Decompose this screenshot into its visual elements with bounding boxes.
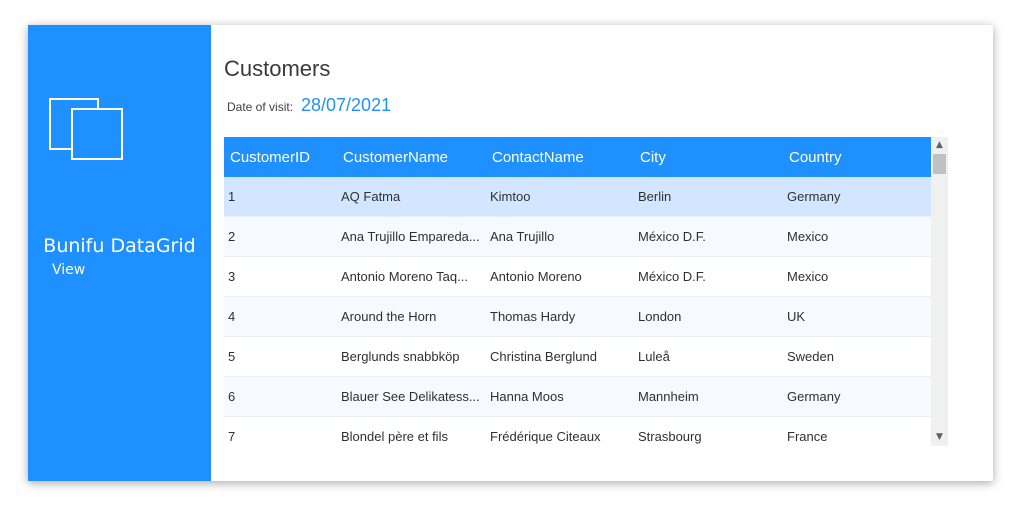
column-header-city[interactable]: City — [634, 149, 783, 166]
table-row[interactable]: 2 Ana Trujillo Empareda... Ana Trujillo … — [224, 217, 931, 257]
chevron-down-icon[interactable]: ▼ — [931, 429, 948, 446]
grid-header: CustomerID CustomerName ContactName City… — [224, 137, 931, 177]
cell-contactname[interactable]: Thomas Hardy — [486, 309, 634, 324]
cell-city[interactable]: Mannheim — [634, 389, 783, 404]
cell-customername[interactable]: Berglunds snabbköp — [337, 349, 486, 364]
cell-customername[interactable]: Antonio Moreno Taq... — [337, 269, 486, 284]
customers-datagrid[interactable]: CustomerID CustomerName ContactName City… — [224, 137, 931, 446]
table-row[interactable]: 7 Blondel père et fils Frédérique Citeau… — [224, 417, 931, 446]
cell-customerid[interactable]: 1 — [224, 189, 337, 204]
copy-windows-icon — [49, 98, 123, 160]
cell-country[interactable]: Mexico — [783, 229, 931, 244]
cell-contactname[interactable]: Antonio Moreno — [486, 269, 634, 284]
cell-customerid[interactable]: 7 — [224, 429, 337, 444]
column-header-customername[interactable]: CustomerName — [337, 149, 486, 166]
cell-city[interactable]: México D.F. — [634, 229, 783, 244]
cell-country[interactable]: Sweden — [783, 349, 931, 364]
cell-country[interactable]: Mexico — [783, 269, 931, 284]
table-row[interactable]: 1 AQ Fatma Kimtoo Berlin Germany — [224, 177, 931, 217]
cell-city[interactable]: México D.F. — [634, 269, 783, 284]
cell-customerid[interactable]: 4 — [224, 309, 337, 324]
chevron-up-icon[interactable]: ▲ — [931, 137, 948, 154]
sidebar: Bunifu DataGrid View — [28, 25, 211, 481]
table-row[interactable]: 3 Antonio Moreno Taq... Antonio Moreno M… — [224, 257, 931, 297]
cell-customername[interactable]: Blondel père et fils — [337, 429, 486, 444]
column-header-contactname[interactable]: ContactName — [486, 149, 634, 166]
cell-contactname[interactable]: Frédérique Citeaux — [486, 429, 634, 444]
cell-contactname[interactable]: Ana Trujillo — [486, 229, 634, 244]
cell-customerid[interactable]: 6 — [224, 389, 337, 404]
cell-city[interactable]: London — [634, 309, 783, 324]
table-row[interactable]: 6 Blauer See Delikatess... Hanna Moos Ma… — [224, 377, 931, 417]
column-header-country[interactable]: Country — [783, 149, 931, 166]
cell-customername[interactable]: Blauer See Delikatess... — [337, 389, 486, 404]
cell-city[interactable]: Berlin — [634, 189, 783, 204]
sidebar-subtitle: View — [52, 262, 86, 278]
date-value[interactable]: 28/07/2021 — [301, 95, 391, 116]
cell-customerid[interactable]: 2 — [224, 229, 337, 244]
cell-customername[interactable]: AQ Fatma — [337, 189, 486, 204]
vertical-scrollbar[interactable]: ▲ ▼ — [931, 137, 948, 446]
cell-contactname[interactable]: Hanna Moos — [486, 389, 634, 404]
app-window: Bunifu DataGrid View Customers Date of v… — [28, 25, 993, 481]
table-row[interactable]: 5 Berglunds snabbköp Christina Berglund … — [224, 337, 931, 377]
date-label: Date of visit: — [227, 100, 294, 114]
cell-country[interactable]: Germany — [783, 389, 931, 404]
cell-contactname[interactable]: Christina Berglund — [486, 349, 634, 364]
cell-customerid[interactable]: 3 — [224, 269, 337, 284]
cell-customername[interactable]: Around the Horn — [337, 309, 486, 324]
page-title: Customers — [224, 56, 331, 81]
cell-country[interactable]: Germany — [783, 189, 931, 204]
cell-city[interactable]: Strasbourg — [634, 429, 783, 444]
table-row[interactable]: 4 Around the Horn Thomas Hardy London UK — [224, 297, 931, 337]
cell-customername[interactable]: Ana Trujillo Empareda... — [337, 229, 486, 244]
column-header-customerid[interactable]: CustomerID — [224, 149, 337, 166]
cell-country[interactable]: France — [783, 429, 931, 444]
cell-contactname[interactable]: Kimtoo — [486, 189, 634, 204]
sidebar-title: Bunifu DataGrid — [43, 235, 196, 257]
scroll-thumb[interactable] — [933, 154, 946, 174]
cell-country[interactable]: UK — [783, 309, 931, 324]
cell-customerid[interactable]: 5 — [224, 349, 337, 364]
cell-city[interactable]: Luleå — [634, 349, 783, 364]
